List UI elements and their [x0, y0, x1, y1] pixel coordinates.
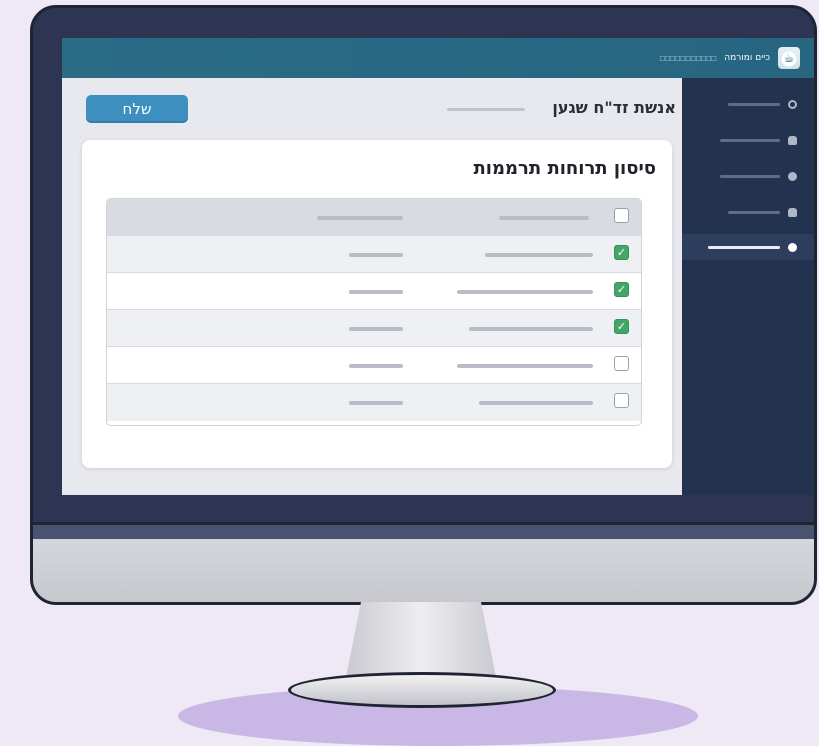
dot-icon [788, 171, 797, 181]
sidebar-item-3[interactable] [682, 164, 814, 188]
monitor-stand-base [288, 672, 556, 708]
table-cell [349, 401, 403, 405]
table-row[interactable]: ✓ [107, 236, 641, 273]
brand-subtitle: □□□□□□□□□□□ [659, 54, 717, 62]
table-cell [485, 253, 593, 257]
sidebar-item-label [720, 174, 780, 178]
table-header [107, 199, 641, 236]
screen: ☕ כיים ומורמה □□□□□□□□□□□ שלח אנשת זד"ח … [62, 38, 814, 495]
sidebar-item-label [728, 102, 780, 106]
column-header [499, 216, 589, 220]
monitor-bezel-bottom [33, 525, 814, 539]
title-decoration [447, 108, 525, 111]
table-cell [469, 327, 593, 331]
sidebar-item-label [720, 138, 780, 142]
brand: ☕ כיים ומורמה □□□□□□□□□□□ [659, 46, 800, 70]
table-cell [457, 290, 593, 294]
monitor-chin [33, 522, 814, 602]
table-cell [349, 290, 403, 294]
table-cell [479, 401, 593, 405]
cup-icon: ☕ [778, 47, 800, 69]
table-row[interactable]: ✓ [107, 273, 641, 310]
send-button[interactable]: שלח [86, 95, 188, 123]
circle-outline-icon [788, 99, 797, 109]
content-card: סיסון תרוחות תרממות ✓ ✓ ✓ [82, 140, 672, 468]
top-bar: ☕ כיים ומורמה □□□□□□□□□□□ [62, 38, 814, 78]
table-row[interactable] [107, 384, 641, 421]
sidebar [682, 78, 814, 495]
monitor-stand-neck [346, 602, 496, 677]
data-table: ✓ ✓ ✓ [106, 198, 642, 426]
row-checkbox[interactable] [614, 393, 629, 408]
column-header [317, 216, 403, 220]
row-checkbox[interactable] [614, 356, 629, 371]
table-row[interactable]: ✓ [107, 310, 641, 347]
main-content: שלח אנשת זד"ח שגען סיסון תרוחות תרממות ✓… [62, 78, 682, 495]
sidebar-item-2[interactable] [682, 128, 814, 152]
table-row[interactable] [107, 347, 641, 384]
select-all-checkbox[interactable] [614, 208, 629, 223]
row-checkbox[interactable]: ✓ [614, 245, 629, 260]
page-title: אנשת זד"ח שגען [552, 98, 676, 117]
row-checkbox[interactable]: ✓ [614, 319, 629, 334]
brand-name: כיים ומורמה [724, 53, 770, 63]
lock-icon [788, 207, 797, 217]
gear-icon [788, 242, 797, 252]
sidebar-item-label [708, 245, 780, 249]
table-cell [349, 253, 403, 257]
card-title: סיסון תרוחות תרממות [473, 158, 656, 179]
sidebar-item-label [728, 210, 780, 214]
sidebar-item-4[interactable] [682, 200, 814, 224]
row-checkbox[interactable]: ✓ [614, 282, 629, 297]
sidebar-item-1[interactable] [682, 92, 814, 116]
table-cell [349, 364, 403, 368]
table-cell [457, 364, 593, 368]
lock-icon [788, 135, 797, 145]
sidebar-item-active[interactable] [682, 234, 814, 260]
table-cell [349, 327, 403, 331]
